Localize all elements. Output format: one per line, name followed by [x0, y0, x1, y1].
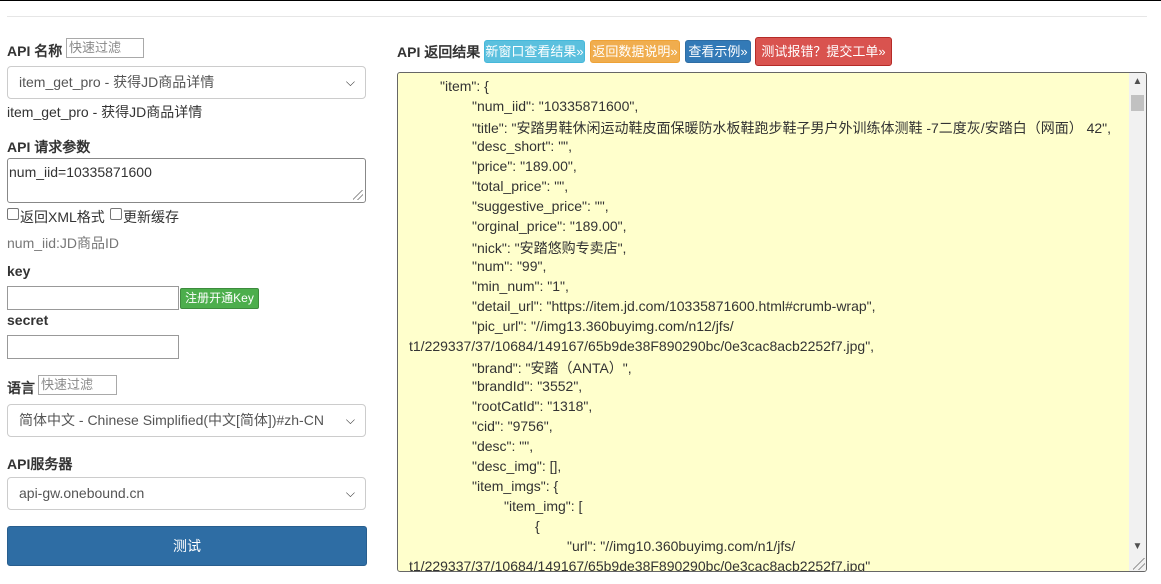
result-textarea[interactable]: "item": { "num_iid": "10335871600", "tit… — [397, 72, 1147, 572]
resize-grip-icon[interactable] — [353, 190, 363, 200]
code-line: "nick": "安踏悠购专卖店", — [472, 240, 627, 256]
code-line: "suggestive_price": "", — [472, 198, 609, 214]
lang-select-value: 简体中文 - Chinese Simplified(中文[简体])#zh-CN — [19, 412, 324, 428]
scroll-down-icon[interactable]: ▼ — [1129, 538, 1146, 555]
xml-checkbox[interactable] — [7, 208, 19, 220]
view-example-button[interactable]: 查看示例» — [685, 40, 751, 63]
code-line: "item": { — [440, 78, 489, 94]
api-filter-input[interactable]: 快速过滤 — [66, 38, 144, 58]
api-description: item_get_pro - 获得JD商品详情 — [7, 104, 203, 120]
code-line: t1/229337/37/10684/149167/65b9de38F89029… — [409, 558, 871, 572]
resize-grip-icon[interactable] — [1133, 558, 1145, 570]
code-line: "brandId": "3552", — [472, 378, 583, 394]
code-line: "desc_short": "", — [472, 138, 573, 154]
server-select[interactable]: api-gw.onebound.cn ⌵ — [7, 477, 366, 510]
code-line: "detail_url": "https://item.jd.com/10335… — [472, 298, 876, 314]
code-line: "desc_img": [], — [472, 458, 562, 474]
submit-ticket-button[interactable]: 测试报错？提交工单» — [755, 37, 892, 66]
scrollbar-thumb[interactable] — [1131, 95, 1144, 111]
code-line: "num_iid": "10335871600", — [472, 98, 639, 114]
code-line: "url": "//img10.360buyimg.com/n1/jfs/ — [567, 538, 796, 554]
lang-filter-input[interactable]: 快速过滤 — [38, 375, 117, 395]
code-line: "total_price": "", — [472, 178, 569, 194]
cache-checkbox-label: 更新缓存 — [123, 209, 179, 225]
server-select-value: api-gw.onebound.cn — [19, 485, 145, 501]
result-label: API 返回结果 — [397, 44, 481, 60]
test-button[interactable]: 测试 — [7, 526, 367, 566]
register-key-button[interactable]: 注册开通Key — [180, 288, 259, 309]
params-label: API 请求参数 — [7, 139, 91, 155]
data-description-button[interactable]: 返回数据说明» — [590, 40, 680, 63]
code-line: "desc": "", — [472, 438, 534, 454]
code-line: "num": "99", — [472, 258, 547, 274]
key-label: key — [7, 263, 31, 279]
params-textarea[interactable]: num_iid=10335871600 — [7, 158, 366, 203]
lang-label: 语言 — [7, 380, 35, 396]
param-hint: num_iid:JD商品ID — [7, 235, 120, 251]
window-top-border — [0, 0, 1161, 1]
code-line: "brand": "安踏（ANTA）", — [472, 360, 632, 376]
cache-checkbox[interactable] — [110, 208, 122, 220]
code-line: { — [535, 518, 540, 534]
code-line: "rootCatId": "1318", — [472, 398, 593, 414]
code-line: t1/229337/37/10684/149167/65b9de38F89029… — [409, 338, 875, 354]
code-line: "pic_url": "//img13.360buyimg.com/n12/jf… — [472, 318, 734, 334]
lang-select[interactable]: 简体中文 - Chinese Simplified(中文[简体])#zh-CN … — [7, 404, 366, 437]
code-line: "price": "189.00", — [472, 158, 577, 174]
server-label: API服务器 — [7, 456, 73, 472]
secret-input[interactable] — [7, 335, 179, 359]
secret-label: secret — [7, 312, 49, 328]
code-line: "title": "安踏男鞋休闲运动鞋皮面保暖防水板鞋跑步鞋子男户外训练体测鞋 … — [472, 120, 1112, 136]
chevron-down-icon: ⌵ — [345, 75, 355, 89]
code-line: "orginal_price": "189.00", — [472, 218, 627, 234]
chevron-down-icon: ⌵ — [345, 486, 355, 500]
api-select[interactable]: item_get_pro - 获得JD商品详情 ⌵ — [7, 66, 366, 99]
vertical-scrollbar[interactable]: ▲ ▼ — [1129, 73, 1146, 571]
code-line: "item_img": [ — [504, 498, 583, 514]
code-line: "cid": "9756", — [472, 418, 553, 434]
api-name-label: API 名称 — [7, 43, 63, 59]
code-line: "min_num": "1", — [472, 278, 569, 294]
open-new-window-button[interactable]: 新窗口查看结果» — [484, 40, 585, 63]
params-value: num_iid=10335871600 — [9, 164, 152, 180]
chevron-down-icon: ⌵ — [345, 413, 355, 427]
scroll-up-icon[interactable]: ▲ — [1129, 73, 1146, 90]
code-line: "item_imgs": { — [472, 478, 559, 494]
divider — [7, 16, 1147, 17]
api-select-value: item_get_pro - 获得JD商品详情 — [19, 74, 215, 90]
key-input[interactable] — [7, 286, 179, 310]
xml-checkbox-label: 返回XML格式 — [20, 209, 105, 225]
